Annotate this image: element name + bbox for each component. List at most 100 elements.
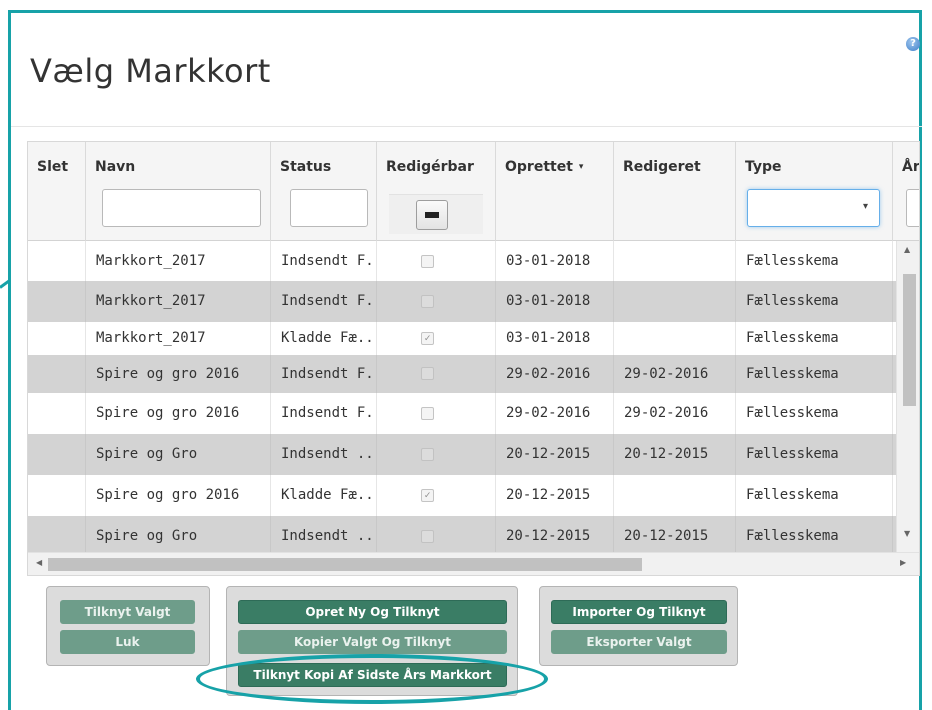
col-header-redigerbar[interactable]: Redigérbar bbox=[377, 142, 496, 241]
redigerbar-checkbox bbox=[421, 530, 434, 543]
cell-status: Kladde Fæ... bbox=[271, 475, 377, 516]
cell-status: Indsendt ... bbox=[271, 434, 377, 475]
table-row[interactable]: Spire og gro 2016 Kladde Fæ... ✓ 20-12-2015… bbox=[28, 475, 896, 516]
table-row[interactable]: Markkort_2017Indsendt F... 03-01-2018 Fæll… bbox=[28, 241, 896, 282]
cell-navn: Spire og gro 2016 bbox=[86, 355, 271, 393]
table-row[interactable]: Spire og gro 2016Indsendt F... 29-02-2016… bbox=[28, 355, 896, 393]
col-header-oprettet[interactable]: Oprettet ▾ bbox=[496, 142, 614, 241]
col-header-oprettet-label: Oprettet ▾ bbox=[505, 159, 583, 175]
cell-oprettet: 03-01-2018 bbox=[496, 281, 614, 322]
cell-slet bbox=[28, 322, 86, 355]
indeterminate-icon bbox=[425, 212, 439, 218]
cell-status: Indsendt ... bbox=[271, 516, 377, 552]
redigerbar-checkbox bbox=[421, 255, 434, 268]
cell-oprettet: 20-12-2015 bbox=[496, 516, 614, 552]
col-header-type[interactable]: Type ▾ bbox=[736, 142, 893, 241]
col-header-status-label: Status bbox=[280, 159, 332, 175]
cell-slet bbox=[28, 393, 86, 434]
cell-slet bbox=[28, 281, 86, 322]
help-icon[interactable]: ? bbox=[906, 37, 920, 51]
eksporter-button[interactable]: Eksporter Valgt bbox=[551, 630, 727, 654]
cell-redigeret bbox=[614, 322, 736, 355]
filter-type-select[interactable]: ▾ bbox=[747, 189, 880, 227]
cell-oprettet: 29-02-2016 bbox=[496, 355, 614, 393]
cell-type: Fællesskema bbox=[736, 241, 893, 282]
opret-ny-button[interactable]: Opret Ny Og Tilknyt bbox=[238, 600, 507, 624]
cell-status: Indsendt F... bbox=[271, 241, 377, 282]
vertical-scrollbar[interactable]: ▲ ▼ bbox=[896, 241, 919, 552]
col-header-redigeret-label: Redigeret bbox=[623, 159, 701, 175]
filter-status-input[interactable] bbox=[290, 189, 368, 227]
horizontal-scrollbar[interactable]: ◀ ▶ bbox=[28, 552, 919, 575]
cell-navn: Markkort_2017 bbox=[86, 281, 271, 322]
cell-oprettet: 03-01-2018 bbox=[496, 241, 614, 282]
table-row[interactable]: Spire og Gro Indsendt ... 20-12-2015 20-12-… bbox=[28, 434, 896, 475]
cell-type: Fællesskema bbox=[736, 393, 893, 434]
cell-slet bbox=[28, 434, 86, 475]
cell-redigerbar bbox=[377, 241, 496, 282]
vertical-scroll-thumb[interactable] bbox=[903, 274, 916, 406]
cell-type: Fællesskema bbox=[736, 322, 893, 355]
col-header-navn-label: Navn bbox=[95, 159, 136, 175]
button-group-right: Importer Og Tilknyt Eksporter Valgt bbox=[539, 586, 738, 666]
col-header-navn[interactable]: Navn bbox=[86, 142, 271, 241]
page-title: Vælg Markkort bbox=[30, 52, 271, 90]
cell-navn: Spire og Gro bbox=[86, 516, 271, 552]
cell-redigeret: 20-12-2015 bbox=[614, 434, 736, 475]
cell-slet bbox=[28, 241, 86, 282]
cell-redigerbar: ✓ bbox=[377, 475, 496, 516]
tilknyt-valgt-button[interactable]: Tilknyt Valgt bbox=[60, 600, 195, 624]
filter-redigerbar-tristate[interactable] bbox=[416, 200, 448, 230]
cell-navn: Markkort_2017 bbox=[86, 241, 271, 282]
cell-redigerbar bbox=[377, 281, 496, 322]
redigerbar-checkbox bbox=[421, 448, 434, 461]
cell-type: Fællesskema bbox=[736, 516, 893, 552]
importer-button[interactable]: Importer Og Tilknyt bbox=[551, 600, 727, 624]
cell-redigerbar bbox=[377, 355, 496, 393]
button-group-center: Opret Ny Og Tilknyt Kopier Valgt Og Tilk… bbox=[226, 586, 518, 696]
cell-slet bbox=[28, 355, 86, 393]
col-header-redigeret[interactable]: Redigeret bbox=[614, 142, 736, 241]
cell-type: Fællesskema bbox=[736, 434, 893, 475]
col-header-slet: Slet bbox=[28, 142, 86, 241]
table-row[interactable]: Spire og gro 2016Indsendt F... 29-02-2016… bbox=[28, 393, 896, 434]
scroll-right-icon[interactable]: ▶ bbox=[900, 558, 906, 567]
redigerbar-checkbox bbox=[421, 407, 434, 420]
cell-redigeret: 29-02-2016 bbox=[614, 355, 736, 393]
col-header-redigerbar-label: Redigérbar bbox=[386, 159, 474, 175]
cell-navn: Markkort_2017 bbox=[86, 322, 271, 355]
tilknyt-kopi-button[interactable]: Tilknyt Kopi Af Sidste Års Markkort bbox=[238, 663, 507, 687]
cell-status: Kladde Fæ... bbox=[271, 322, 377, 355]
cell-status: Indsendt F... bbox=[271, 281, 377, 322]
col-header-type-label: Type bbox=[745, 159, 782, 175]
cell-slet bbox=[28, 475, 86, 516]
table-row[interactable]: Spire og Gro Indsendt ... 20-12-2015 20-12-… bbox=[28, 516, 896, 552]
cell-status: Indsendt F... bbox=[271, 393, 377, 434]
scroll-up-icon[interactable]: ▲ bbox=[904, 245, 910, 254]
luk-button[interactable]: Luk bbox=[60, 630, 195, 654]
cell-navn: Spire og gro 2016 bbox=[86, 393, 271, 434]
col-header-status[interactable]: Status bbox=[271, 142, 377, 241]
filter-aar-input[interactable] bbox=[906, 189, 919, 227]
grid-header: Slet Navn Status Redigérbar Oprettet ▾ Re… bbox=[28, 142, 919, 241]
cell-navn: Spire og gro 2016 bbox=[86, 475, 271, 516]
cell-slet bbox=[28, 516, 86, 552]
filter-redigerbar-box bbox=[389, 194, 483, 234]
scroll-left-icon[interactable]: ◀ bbox=[36, 558, 42, 567]
table-row[interactable]: Markkort_2017 Kladde Fæ... ✓ 03-01-2018 Fæll… bbox=[28, 322, 896, 355]
cell-redigeret bbox=[614, 241, 736, 282]
scroll-down-icon[interactable]: ▼ bbox=[904, 529, 910, 538]
table-row[interactable]: Markkort_2017Indsendt F... 03-01-2018 Fæll… bbox=[28, 281, 896, 322]
cell-status: Indsendt F... bbox=[271, 355, 377, 393]
horizontal-scroll-thumb[interactable] bbox=[48, 558, 642, 571]
redigerbar-checkbox: ✓ bbox=[421, 489, 434, 502]
cell-redigerbar: ✓ bbox=[377, 322, 496, 355]
kopier-valgt-button[interactable]: Kopier Valgt Og Tilknyt bbox=[238, 630, 507, 654]
cell-oprettet: 20-12-2015 bbox=[496, 475, 614, 516]
filter-navn-input[interactable] bbox=[102, 189, 261, 227]
chevron-down-icon: ▾ bbox=[862, 201, 868, 212]
cell-redigeret bbox=[614, 475, 736, 516]
sort-desc-icon: ▾ bbox=[578, 162, 584, 172]
cell-type: Fællesskema bbox=[736, 355, 893, 393]
col-header-aar[interactable]: År bbox=[893, 142, 919, 241]
